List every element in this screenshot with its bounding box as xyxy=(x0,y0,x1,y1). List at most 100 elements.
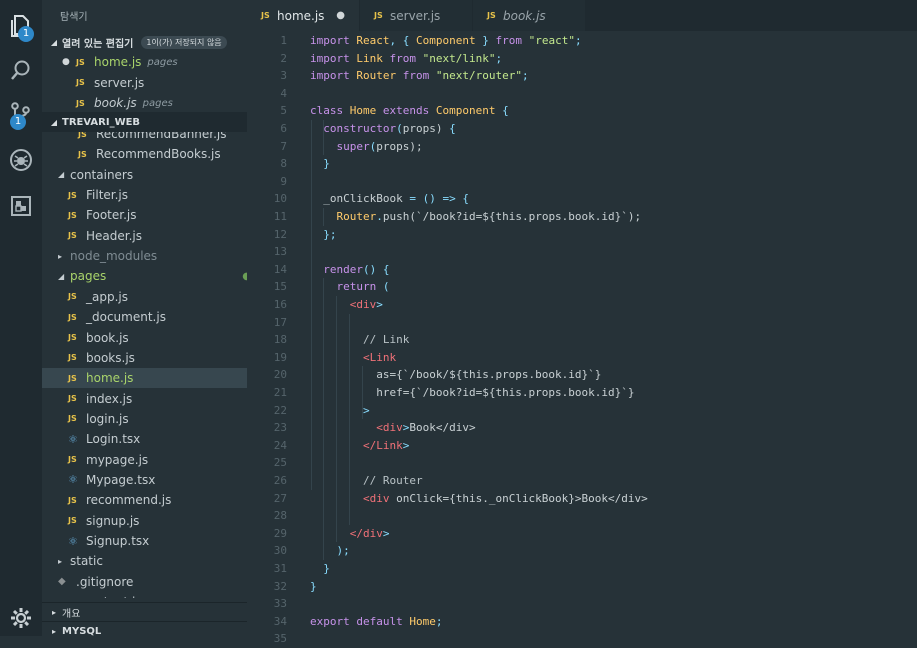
code-line[interactable]: ); xyxy=(310,542,350,560)
code-line[interactable]: // Router xyxy=(310,472,423,490)
explorer-icon[interactable]: 1 xyxy=(0,4,42,48)
file-item[interactable]: JS_document.js xyxy=(42,307,247,327)
activity-bar: 1 1 xyxy=(0,0,42,636)
gear-icon[interactable] xyxy=(0,596,42,640)
file-item[interactable]: JSlogin.js xyxy=(42,409,247,429)
folder-item[interactable]: ◢pages● xyxy=(42,266,247,286)
unsaved-dot-icon[interactable]: ● xyxy=(62,57,76,67)
open-editor-item[interactable]: JSserver.js xyxy=(42,73,247,93)
file-item[interactable]: ⚛Login.tsx xyxy=(42,429,247,449)
outline-label: 개요 xyxy=(62,605,80,620)
code-line[interactable]: </Link> xyxy=(310,437,409,455)
code-line[interactable]: href={`/book?id=${this.props.book.id}`} xyxy=(310,384,635,402)
file-item[interactable]: JSHeader.js xyxy=(42,226,247,246)
line-number: 28 xyxy=(247,507,287,525)
code-line[interactable]: // Link xyxy=(310,331,409,349)
open-editor-item[interactable]: JSbook.jspages xyxy=(42,93,247,113)
react-file-icon: ⚛ xyxy=(68,535,86,548)
tab-server-js[interactable]: JSserver.js xyxy=(360,0,472,31)
code-line[interactable]: _onClickBook = () => { xyxy=(310,190,469,208)
tree-item-name: static xyxy=(70,554,103,568)
file-item[interactable]: JSmypage.js xyxy=(42,450,247,470)
tab-home-js[interactable]: JShome.js● xyxy=(247,0,359,31)
line-number: 5 xyxy=(247,102,287,120)
tab-bar: JShome.js●JSserver.jsJSbook.js xyxy=(247,0,917,31)
line-number: 29 xyxy=(247,525,287,543)
file-item[interactable]: ⚛Mypage.tsx xyxy=(42,470,247,490)
code-line[interactable]: <div> xyxy=(310,296,383,314)
file-item[interactable]: JSsignup.js xyxy=(42,511,247,531)
outline-header[interactable]: ▸ 개요 xyxy=(42,602,247,621)
sidebar-title: 탐색기 xyxy=(60,8,88,23)
unsaved-badge: 1이(가) 저장되지 않음 xyxy=(141,36,226,49)
project-label: TREVARI_WEB xyxy=(62,117,140,128)
tab-book-js[interactable]: JSbook.js xyxy=(473,0,585,31)
code-line[interactable]: render() { xyxy=(310,261,390,279)
tree-item-name: signup.js xyxy=(86,514,139,528)
tab-label: book.js xyxy=(503,9,546,23)
code-line[interactable]: as={`/book/${this.props.book.id}`} xyxy=(310,366,601,384)
line-number: 16 xyxy=(247,296,287,314)
code-line[interactable]: import Link from "next/link"; xyxy=(310,50,502,68)
code-line[interactable]: } xyxy=(310,560,330,578)
code-line[interactable]: Router.push(`/book?id=${this.props.book.… xyxy=(310,208,641,226)
javascript-file-icon: JS xyxy=(68,292,86,301)
code-line[interactable]: } xyxy=(310,155,330,173)
code-line[interactable]: constructor(props) { xyxy=(310,120,456,138)
file-item[interactable]: JSrecommend.js xyxy=(42,490,247,510)
source-control-icon[interactable]: 1 xyxy=(0,92,42,136)
indent-guide xyxy=(323,120,324,155)
folder-item[interactable]: ▸node_modules xyxy=(42,246,247,266)
tree-item-name: _document.js xyxy=(86,310,166,324)
folder-item[interactable]: ◢containers xyxy=(42,165,247,185)
code-line[interactable]: super(props); xyxy=(310,138,423,156)
code-line[interactable]: } xyxy=(310,578,317,596)
code-line[interactable]: import Router from "next/router"; xyxy=(310,67,529,85)
file-item[interactable]: JSindex.js xyxy=(42,389,247,409)
file-item[interactable]: ⚛Signup.tsx xyxy=(42,531,247,551)
line-number: 22 xyxy=(247,402,287,420)
file-item[interactable]: JSbooks.js xyxy=(42,348,247,368)
code-line[interactable]: class Home extends Component { xyxy=(310,102,509,120)
open-editor-item[interactable]: ●JShome.jspagesU xyxy=(42,52,247,72)
file-item[interactable]: JSRecommendBooks.js xyxy=(42,144,247,164)
javascript-file-icon: JS xyxy=(68,191,86,200)
chevron-down-icon: ◢ xyxy=(58,170,70,179)
unsaved-dot-icon[interactable]: ● xyxy=(336,10,345,21)
file-tree: JSRecommendBanner.jsJSRecommendBooks.js◢… xyxy=(42,132,247,598)
file-item[interactable]: JShome.jsU xyxy=(42,368,247,388)
line-number: 30 xyxy=(247,542,287,560)
code-line[interactable]: }; xyxy=(310,226,337,244)
line-number: 13 xyxy=(247,243,287,261)
project-header[interactable]: ◢ TREVARI_WEB xyxy=(42,112,247,132)
search-icon[interactable] xyxy=(0,48,42,92)
file-item[interactable]: JSFilter.js xyxy=(42,185,247,205)
code-line[interactable]: export default Home; xyxy=(310,613,442,631)
mysql-header[interactable]: ▸ MYSQL xyxy=(42,621,247,636)
file-item[interactable]: ◆.gitignore xyxy=(42,572,247,592)
code-line[interactable]: > xyxy=(310,402,370,420)
code-line[interactable]: return ( xyxy=(310,278,390,296)
open-editors-header[interactable]: ◢ 열려 있는 편집기 1이(가) 저장되지 않음 xyxy=(42,32,247,52)
code-line[interactable]: import React, { Component } from "react"… xyxy=(310,32,582,50)
code-line[interactable]: <div onClick={this._onClickBook}>Book</d… xyxy=(310,490,648,508)
tree-item-name: Mypage.tsx xyxy=(86,473,155,487)
file-item[interactable]: JSconstant.js xyxy=(42,592,247,598)
debug-icon[interactable] xyxy=(0,138,42,182)
line-number: 9 xyxy=(247,173,287,191)
file-item[interactable]: JSbook.js xyxy=(42,328,247,348)
tree-item-name: book.js xyxy=(86,331,129,345)
code-line[interactable]: </div> xyxy=(310,525,390,543)
folder-item[interactable]: ▸static xyxy=(42,551,247,571)
open-editor-name: server.js xyxy=(94,76,144,90)
line-number: 4 xyxy=(247,85,287,103)
javascript-file-icon: JS xyxy=(261,11,277,20)
file-item[interactable]: JS_app.js xyxy=(42,287,247,307)
code-editor[interactable]: 1 import React, { Component } from "react… xyxy=(247,32,917,636)
file-item[interactable]: JSFooter.js xyxy=(42,205,247,225)
code-line[interactable]: <div>Book</div> xyxy=(310,419,476,437)
extensions-icon[interactable] xyxy=(0,184,42,228)
tree-item-name: .gitignore xyxy=(76,575,133,589)
file-item[interactable]: JSRecommendBanner.js xyxy=(42,132,247,144)
line-number: 1 xyxy=(247,32,287,50)
